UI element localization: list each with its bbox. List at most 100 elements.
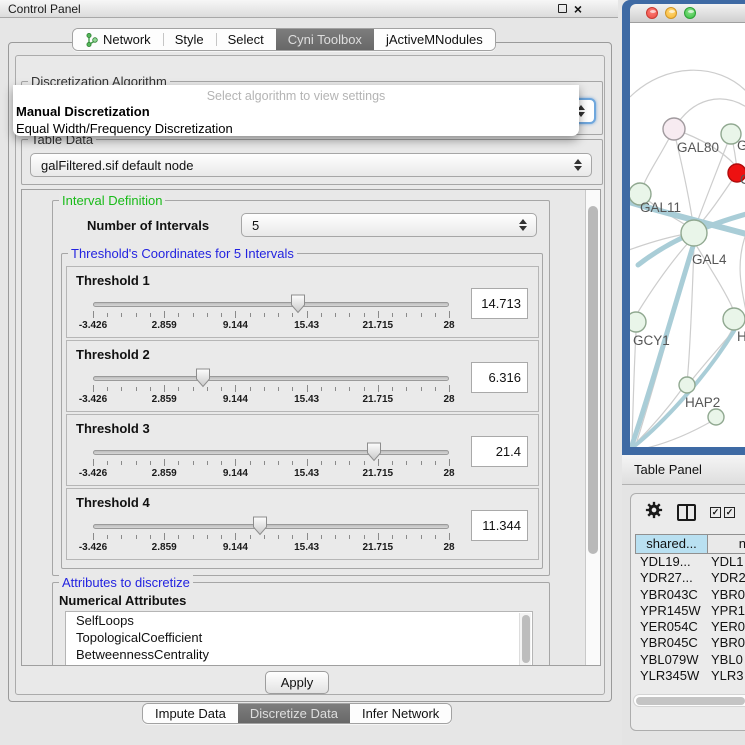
threshold-1-row: Threshold 1 -3.4262.8599.14415.4321.7152… xyxy=(66,266,539,338)
cell-name[interactable]: YPR1 xyxy=(708,603,745,619)
slider-ticks xyxy=(93,385,449,393)
table-row[interactable]: YPR145WYPR1 xyxy=(635,603,745,619)
table-row[interactable]: YDR27...YDR2 xyxy=(635,570,745,586)
network-canvas[interactable]: GAL80GACGAL11GAL4GCY1HHAP2 xyxy=(630,23,745,447)
select-columns-icon[interactable]: ✓ ✓ xyxy=(710,507,735,518)
scrollbar-thumb[interactable] xyxy=(636,697,745,705)
cell-shared-name[interactable]: YER054C xyxy=(635,619,708,635)
attribute-item[interactable]: BetweennessCentrality xyxy=(66,646,532,663)
node-label: GA xyxy=(737,138,745,153)
tab-label: jActiveMNodules xyxy=(386,32,483,47)
close-traffic-light[interactable] xyxy=(646,7,658,19)
slider-track[interactable] xyxy=(93,376,449,381)
network-node[interactable] xyxy=(708,409,724,425)
tab-impute-data[interactable]: Impute Data xyxy=(143,704,238,723)
tab-jactivemnodules[interactable]: jActiveMNodules xyxy=(374,29,495,50)
cell-name[interactable]: YDL1 xyxy=(708,554,745,570)
threshold-2-row: Threshold 2 -3.4262.8599.14415.4321.7152… xyxy=(66,340,539,412)
tab-network[interactable]: Network xyxy=(73,29,163,50)
columns-icon[interactable] xyxy=(677,504,696,521)
number-of-intervals-combobox[interactable]: 5 xyxy=(241,213,537,237)
cell-name[interactable]: YER0 xyxy=(708,619,745,635)
dropdown-hint: Select algorithm to view settings xyxy=(13,85,579,103)
settings-scrollbar[interactable] xyxy=(585,190,600,665)
tab-discretize-data[interactable]: Discretize Data xyxy=(238,704,350,723)
cell-shared-name[interactable]: YDR27... xyxy=(635,570,708,586)
cell-name[interactable]: YBR0 xyxy=(708,587,745,603)
cell-name[interactable]: YIL0 xyxy=(708,684,745,686)
network-node[interactable] xyxy=(679,377,695,393)
table-row[interactable]: YLR345WYLR3 xyxy=(635,668,745,684)
cell-shared-name[interactable]: YLR345W xyxy=(635,668,708,684)
dropdown-option-manual[interactable]: Manual Discretization xyxy=(13,103,579,120)
cell-shared-name[interactable]: YPR145W xyxy=(635,603,708,619)
network-node[interactable] xyxy=(681,220,707,246)
settings-scroll-viewport: Interval Definition Number of Intervals … xyxy=(21,189,601,666)
gear-icon[interactable] xyxy=(645,501,663,524)
apply-button[interactable]: Apply xyxy=(265,671,329,694)
table-row[interactable]: YBR043CYBR0 xyxy=(635,587,745,603)
column-header-shared-name[interactable]: shared... xyxy=(636,535,708,553)
slider-tick-labels: -3.4262.8599.14415.4321.71528 xyxy=(93,468,449,480)
table-row[interactable]: YER054CYER0 xyxy=(635,619,745,635)
scrollbar-thumb[interactable] xyxy=(522,615,530,663)
tab-select[interactable]: Select xyxy=(216,29,276,50)
cell-name[interactable]: YBL0 xyxy=(708,652,745,668)
table-row[interactable]: YBL079WYBL0 xyxy=(635,652,745,668)
threshold-value-field[interactable]: 6.316 xyxy=(471,362,528,393)
table-row[interactable]: YIL052CYIL0 xyxy=(635,684,745,686)
tab-label: Network xyxy=(103,32,151,47)
tab-cyni-toolbox[interactable]: Cyni Toolbox xyxy=(276,29,374,50)
table-horizontal-scrollbar[interactable] xyxy=(633,694,745,707)
network-node[interactable] xyxy=(723,308,745,330)
slider-track[interactable] xyxy=(93,302,449,307)
threshold-value-field[interactable]: 21.4 xyxy=(471,436,528,467)
cell-shared-name[interactable]: YBL079W xyxy=(635,652,708,668)
tab-style[interactable]: Style xyxy=(163,29,216,50)
column-header-name[interactable]: na xyxy=(708,535,745,553)
cell-shared-name[interactable]: YIL052C xyxy=(635,684,708,686)
table-panel-title: Table Panel xyxy=(634,462,702,477)
slider-track[interactable] xyxy=(93,524,449,529)
scrollbar-thumb[interactable] xyxy=(588,206,598,554)
threshold-value-field[interactable]: 14.713 xyxy=(471,288,528,319)
network-edge xyxy=(632,332,636,443)
minimize-traffic-light[interactable] xyxy=(665,7,677,19)
tab-label: Impute Data xyxy=(155,706,226,721)
cell-shared-name[interactable]: YDL19... xyxy=(635,554,708,570)
table-row[interactable]: YBR045CYBR0 xyxy=(635,635,745,651)
threshold-slider[interactable]: -3.4262.8599.14415.4321.71528 xyxy=(93,367,449,397)
thresholds-group: Threshold's Coordinates for 5 Intervals … xyxy=(61,253,543,569)
network-edge xyxy=(740,229,745,311)
numerical-attributes-label: Numerical Attributes xyxy=(59,593,186,608)
node-label: C xyxy=(740,172,745,187)
zoom-traffic-light[interactable] xyxy=(684,7,696,19)
table-row[interactable]: YDL19...YDL1 xyxy=(635,554,745,570)
dropdown-option-equal-width[interactable]: Equal Width/Frequency Discretization xyxy=(13,120,579,136)
cell-name[interactable]: YBR0 xyxy=(708,635,745,651)
threshold-slider[interactable]: -3.4262.8599.14415.4321.71528 xyxy=(93,515,449,545)
threshold-value-field[interactable]: 11.344 xyxy=(471,510,528,541)
numerical-attributes-list[interactable]: SelfLoopsTopologicalCoefficientBetweenne… xyxy=(65,611,533,666)
cell-shared-name[interactable]: YBR045C xyxy=(635,635,708,651)
close-icon[interactable]: × xyxy=(574,4,582,14)
table-data-combobox[interactable]: galFiltered.sif default node xyxy=(30,153,592,177)
network-node[interactable] xyxy=(663,118,685,140)
tab-infer-network[interactable]: Infer Network xyxy=(350,704,451,723)
tab-label: Cyni Toolbox xyxy=(288,32,362,47)
slider-ticks xyxy=(93,459,449,467)
cell-name[interactable]: YLR3 xyxy=(708,668,745,684)
node-label: GAL4 xyxy=(692,252,727,267)
list-scrollbar[interactable] xyxy=(519,613,531,666)
cell-name[interactable]: YDR2 xyxy=(708,570,745,586)
attributes-group-title: Attributes to discretize xyxy=(59,575,193,590)
float-window-icon[interactable] xyxy=(558,4,567,13)
attribute-item[interactable]: TopologicalCoefficient xyxy=(66,629,532,646)
attribute-item[interactable]: SelfLoops xyxy=(66,612,532,629)
threshold-slider[interactable]: -3.4262.8599.14415.4321.71528 xyxy=(93,441,449,471)
threshold-slider[interactable]: -3.4262.8599.14415.4321.71528 xyxy=(93,293,449,323)
network-node[interactable] xyxy=(630,312,646,332)
slider-track[interactable] xyxy=(93,450,449,455)
cell-shared-name[interactable]: YBR043C xyxy=(635,587,708,603)
slider-tick-labels: -3.4262.8599.14415.4321.71528 xyxy=(93,394,449,406)
